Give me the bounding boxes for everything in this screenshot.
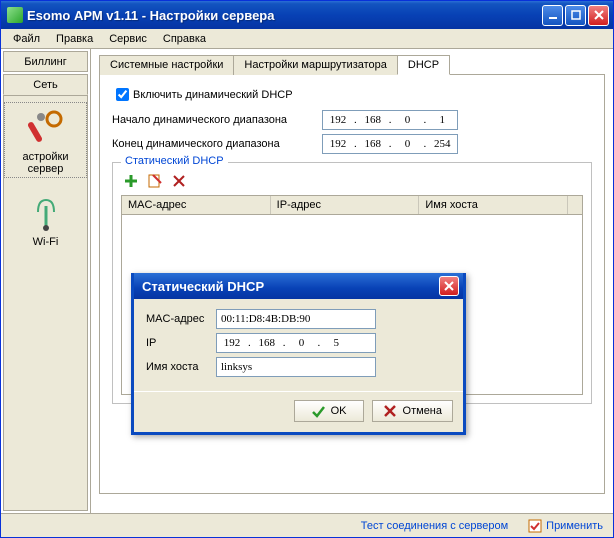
maximize-button[interactable]	[565, 5, 586, 26]
enable-dhcp-checkbox[interactable]	[116, 88, 129, 101]
mac-input[interactable]	[216, 309, 376, 329]
mac-label: MAC-адрес	[146, 313, 216, 325]
fieldset-legend: Статический DHCP	[121, 155, 228, 167]
app-icon	[7, 7, 23, 23]
wrench-gear-icon	[24, 105, 68, 149]
tab-strip: Системные настройки Настройки маршрутиза…	[99, 55, 605, 75]
dialog-close-button[interactable]	[439, 276, 459, 296]
menu-service[interactable]: Сервис	[101, 31, 155, 47]
hostname-label: Имя хоста	[146, 361, 216, 373]
apply-link[interactable]: Применить	[528, 519, 603, 533]
column-ip[interactable]: IP-адрес	[271, 196, 420, 214]
column-mac[interactable]: MAC-адрес	[122, 196, 271, 214]
tab-router-settings[interactable]: Настройки маршрутизатора	[233, 55, 397, 75]
dialog-titlebar[interactable]: Статический DHCP	[134, 273, 463, 299]
range-end-label: Конец динамического диапазона	[112, 138, 322, 150]
enable-dhcp-label: Включить динамический DHCP	[133, 89, 293, 101]
cancel-button[interactable]: Отмена	[372, 400, 453, 422]
dialog-title: Статический DHCP	[142, 279, 439, 294]
sidebar-tab-billing[interactable]: Биллинг	[3, 51, 88, 72]
column-hostname[interactable]: Имя хоста	[419, 196, 568, 214]
range-start-label: Начало динамического диапазона	[112, 114, 322, 126]
menu-edit[interactable]: Правка	[48, 31, 101, 47]
window-title: Esomo АРМ v1.11 - Настройки сервера	[27, 8, 542, 23]
static-dhcp-table-header: MAC-адрес IP-адрес Имя хоста	[121, 195, 583, 215]
sidebar-item-label: астройки сервер	[7, 151, 84, 175]
sidebar: Биллинг Сеть астройки сервер	[1, 49, 91, 513]
menu-file[interactable]: Файл	[5, 31, 48, 47]
statusbar: Тест соединения с сервером Применить	[1, 513, 613, 537]
ip-input[interactable]: . . .	[216, 333, 376, 353]
tab-dhcp[interactable]: DHCP	[397, 55, 450, 75]
delete-icon[interactable]	[171, 173, 187, 189]
sidebar-item-server-settings[interactable]: астройки сервер	[4, 102, 87, 178]
titlebar[interactable]: Esomo АРМ v1.11 - Настройки сервера	[1, 1, 613, 29]
range-end-input[interactable]: . . .	[322, 134, 458, 154]
static-dhcp-dialog: Статический DHCP MAC-адрес IP . . .	[131, 273, 466, 435]
x-icon	[383, 404, 397, 418]
check-icon	[311, 404, 325, 418]
test-connection-link[interactable]: Тест соединения с сервером	[361, 520, 508, 532]
sidebar-tab-network[interactable]: Сеть	[3, 74, 88, 95]
apply-icon	[528, 519, 542, 533]
menubar: Файл Правка Сервис Справка	[1, 29, 613, 49]
hostname-input[interactable]	[216, 357, 376, 377]
ok-button[interactable]: OK	[294, 400, 364, 422]
ip-label: IP	[146, 337, 216, 349]
tab-system-settings[interactable]: Системные настройки	[99, 55, 234, 75]
wifi-icon	[24, 190, 68, 234]
minimize-button[interactable]	[542, 5, 563, 26]
menu-help[interactable]: Справка	[155, 31, 214, 47]
sidebar-item-wifi[interactable]: Wi-Fi	[24, 190, 68, 248]
add-icon[interactable]	[123, 173, 139, 189]
sidebar-item-label: Wi-Fi	[24, 236, 68, 248]
close-button[interactable]	[588, 5, 609, 26]
edit-icon[interactable]	[147, 173, 163, 189]
range-start-input[interactable]: . . .	[322, 110, 458, 130]
column-spacer	[568, 196, 582, 214]
